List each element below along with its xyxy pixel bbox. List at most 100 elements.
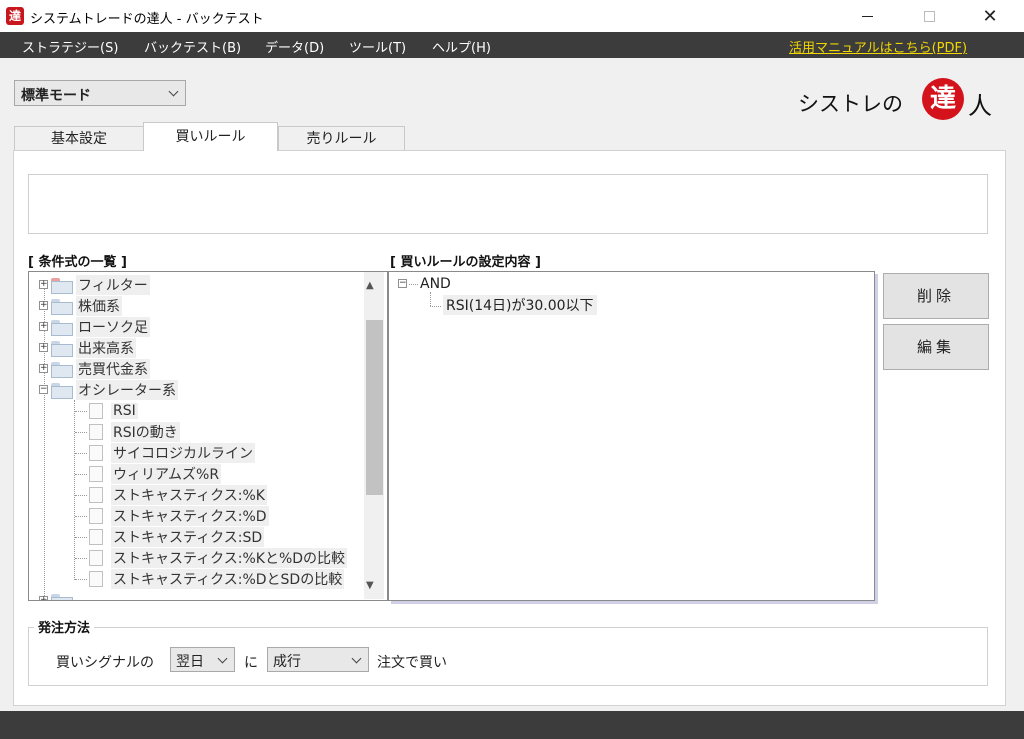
menu-tools[interactable]: ツール(T) [349, 37, 406, 56]
document-icon [89, 402, 103, 419]
maximize-icon [923, 10, 935, 22]
tree-leaf-stoch-sd[interactable]: ストキャスティクス:SD [89, 526, 265, 547]
tree-node-candlestick[interactable]: + ローソク足 [39, 316, 150, 337]
tree-leaf-stoch-d-vs-sd[interactable]: ストキャスティクス:%DとSDの比較 [89, 568, 345, 589]
tree-leaf-williams-r[interactable]: ウィリアムズ%R [89, 463, 222, 484]
folder-icon [51, 361, 73, 378]
tree-label: 売買代金系 [76, 358, 150, 379]
rule-item-rsi[interactable]: RSI(14日)が30.00以下 [443, 295, 597, 315]
document-icon [89, 507, 103, 524]
rule-root-and[interactable]: AND [420, 276, 451, 292]
menu-help[interactable]: ヘルプ(H) [432, 37, 491, 56]
order-suffix-text: 注文で買い [377, 655, 447, 671]
mode-value: 標準モード [21, 88, 91, 104]
tree-node-oscillator[interactable]: − オシレーター系 [39, 379, 178, 400]
app-logo-icon: 達 [6, 7, 24, 25]
tree-leaf-rsi[interactable]: RSI [89, 400, 138, 421]
tree-label: ローソク足 [76, 316, 150, 337]
folder-icon [51, 382, 73, 399]
title-bar: 達 システムトレードの達人 - バックテスト ✕ [0, 0, 1024, 32]
expand-icon[interactable]: + [39, 343, 48, 352]
document-icon [89, 570, 103, 587]
order-type-select[interactable]: 成行 [267, 647, 369, 672]
tree-leaf-rsi-movement[interactable]: RSIの動き [89, 421, 180, 442]
tree-leaf-psychological[interactable]: サイコロジカルライン [89, 442, 255, 463]
folder-icon [51, 319, 73, 336]
collapse-icon[interactable]: − [39, 385, 48, 394]
folder-icon [51, 277, 73, 294]
status-bar [0, 711, 1024, 739]
tree-label: ストキャスティクス:%DとSDの比較 [111, 568, 345, 589]
menu-strategy[interactable]: ストラテジー(S) [22, 37, 118, 56]
menu-backtest[interactable]: バックテスト(B) [144, 37, 241, 56]
condition-tree[interactable]: + フィルター + 株価系 + ローソク足 + 出来高系 + 売買代金系 − オ… [28, 271, 388, 601]
tree-label: フィルター [76, 274, 150, 295]
document-icon [89, 444, 103, 461]
tree-label: ストキャスティクス:%Kと%Dの比較 [111, 547, 348, 568]
menu-data[interactable]: データ(D) [265, 37, 324, 56]
order-method-heading: 発注方法 [34, 617, 95, 636]
order-timing-value: 翌日 [176, 654, 204, 670]
order-prefix-text: 買いシグナルの [56, 655, 154, 671]
expand-icon[interactable]: + [39, 596, 48, 600]
description-box [28, 174, 988, 234]
tree-leaf-stoch-k[interactable]: ストキャスティクス:%K [89, 484, 267, 505]
tree-node-filter[interactable]: + フィルター [39, 274, 150, 295]
edit-button[interactable]: 編集 [883, 324, 989, 370]
order-connector-text: に [244, 655, 258, 671]
order-type-value: 成行 [273, 654, 301, 670]
tree-node-partial: + [39, 590, 76, 600]
minimize-icon [861, 15, 873, 17]
buy-rule-tree[interactable] [388, 271, 875, 601]
tab-sell-rules[interactable]: 売りルール [278, 126, 405, 150]
scroll-up-icon[interactable]: ▲ [366, 280, 374, 291]
mode-dropdown[interactable]: 標準モード [14, 80, 186, 106]
tree-label: 株価系 [76, 295, 122, 316]
expand-icon[interactable]: + [39, 280, 48, 289]
tree-label: ウィリアムズ%R [111, 463, 222, 484]
window-title: システムトレードの達人 - バックテスト [30, 12, 264, 27]
tree-node-volume[interactable]: + 出来高系 [39, 337, 136, 358]
expand-icon[interactable]: + [39, 364, 48, 373]
manual-pdf-link[interactable]: 活用マニュアルはこちら(PDF) [789, 37, 967, 56]
minimize-button[interactable] [844, 0, 890, 32]
order-timing-select[interactable]: 翌日 [170, 647, 235, 672]
logo-seal: 達 [922, 78, 964, 120]
folder-icon [51, 593, 73, 600]
tree-leaf-stoch-d[interactable]: ストキャスティクス:%D [89, 505, 269, 526]
folder-icon [51, 298, 73, 315]
collapse-icon[interactable]: − [398, 279, 407, 288]
document-icon [89, 528, 103, 545]
tree-label: オシレーター系 [76, 379, 178, 400]
document-icon [89, 423, 103, 440]
tree-label: ストキャスティクス:%K [111, 484, 267, 505]
logo-text-suffix: 人 [968, 92, 992, 120]
tree-node-price[interactable]: + 株価系 [39, 295, 122, 316]
menu-bar: ストラテジー(S) バックテスト(B) データ(D) ツール(T) ヘルプ(H)… [0, 32, 1024, 58]
tree-leaf-stoch-k-vs-d[interactable]: ストキャスティクス:%Kと%Dの比較 [89, 547, 348, 568]
delete-button[interactable]: 削除 [883, 273, 989, 319]
expand-icon[interactable]: + [39, 301, 48, 310]
chevron-down-icon [351, 653, 362, 664]
tree-label: RSIの動き [111, 421, 180, 442]
document-icon [89, 486, 103, 503]
scroll-down-icon[interactable]: ▼ [366, 580, 374, 591]
close-button[interactable]: ✕ [967, 0, 1013, 32]
tree-scrollbar-thumb[interactable] [366, 320, 383, 495]
close-icon: ✕ [982, 5, 998, 27]
logo-text-prefix: シストレの [798, 92, 903, 116]
tab-basic-settings[interactable]: 基本設定 [14, 126, 144, 150]
buy-rule-heading: [ 買いルールの設定内容 ] [390, 255, 541, 270]
expand-icon[interactable]: + [39, 322, 48, 331]
tree-label: RSI [111, 402, 138, 419]
chevron-down-icon [217, 653, 228, 664]
tab-buy-rules[interactable]: 買いルール [143, 122, 278, 151]
tree-label: サイコロジカルライン [111, 442, 255, 463]
maximize-button[interactable] [906, 0, 952, 32]
document-icon [89, 465, 103, 482]
folder-icon [51, 340, 73, 357]
brand-logo: シストレの 達 人 [798, 78, 1008, 120]
document-icon [89, 549, 103, 566]
tree-node-trading-value[interactable]: + 売買代金系 [39, 358, 150, 379]
tree-label: ストキャスティクス:SD [111, 526, 265, 547]
